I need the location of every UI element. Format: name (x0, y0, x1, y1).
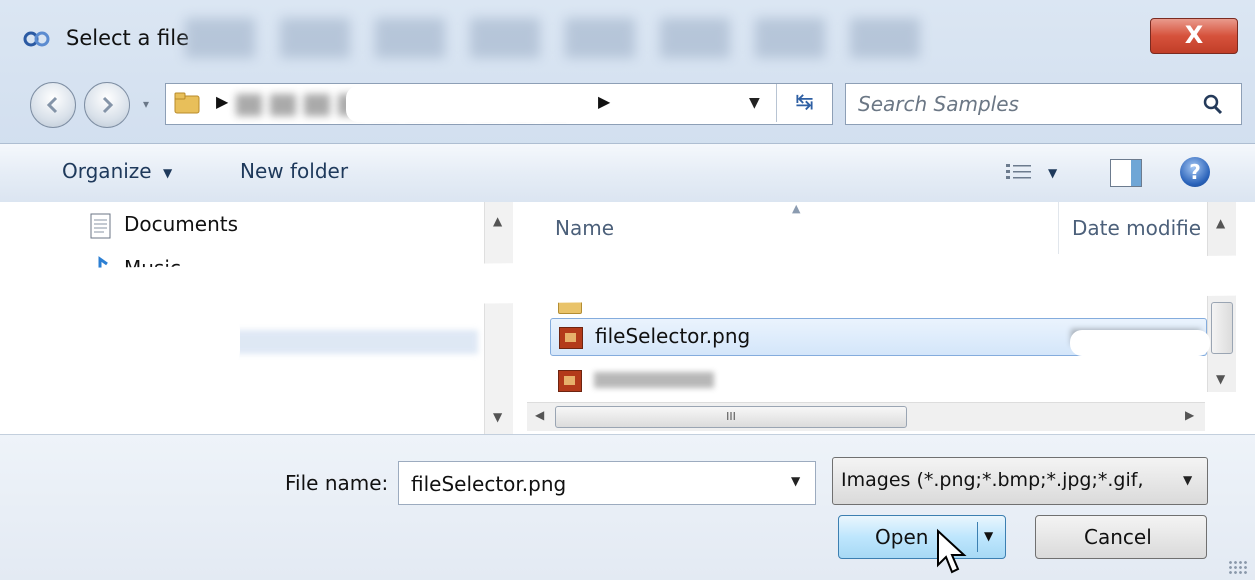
back-arrow-icon (46, 96, 58, 114)
redaction-stroke (1070, 330, 1210, 356)
file-list-vertical-scrollbar[interactable]: ▲ ▼ (1207, 202, 1236, 392)
new-folder-button[interactable]: New folder (240, 159, 348, 183)
search-box[interactable]: Search Samples (845, 83, 1242, 125)
column-header-date[interactable]: Date modifie (1072, 216, 1201, 240)
redaction-stroke (0, 300, 240, 380)
recent-pages-dropdown[interactable]: ▾ (143, 97, 149, 111)
app-infinity-icon (23, 31, 50, 47)
refresh-icon: ↹ (795, 90, 814, 115)
redacted-file-name (594, 372, 714, 388)
forward-button[interactable] (84, 82, 130, 128)
list-item[interactable] (550, 362, 1205, 398)
scroll-down-icon[interactable]: ▼ (1216, 372, 1225, 386)
file-list: ▲ Name Date modifie fileSelector.png (540, 202, 1255, 434)
address-history-dropdown[interactable]: ▼ (749, 95, 760, 111)
file-name-panel: File name: ▼ Images (*.png;*.bmp;*.jpg;*… (0, 434, 1255, 580)
breadcrumb-separator[interactable]: ▶ (216, 92, 228, 111)
scroll-thumb[interactable] (1211, 302, 1233, 354)
file-list-horizontal-scrollbar[interactable]: ◀ III ▶ (527, 402, 1205, 431)
file-type-select[interactable]: Images (*.png;*.bmp;*.jpg;*.gif, ▼ (832, 457, 1208, 505)
sort-ascending-icon: ▲ (792, 202, 801, 215)
close-button[interactable]: X (1150, 18, 1238, 54)
file-name-dropdown[interactable]: ▼ (791, 474, 800, 488)
blurred-background-menu (185, 18, 925, 58)
search-icon[interactable] (1201, 92, 1225, 116)
file-name-input[interactable] (409, 471, 773, 497)
split-divider (977, 522, 978, 552)
organize-menu[interactable]: Organize (62, 159, 152, 183)
scroll-up-icon[interactable]: ▲ (493, 214, 502, 228)
forward-arrow-icon (102, 96, 114, 114)
organize-caret-icon[interactable]: ▼ (163, 166, 172, 180)
open-button[interactable]: Open ▼ (838, 515, 1006, 559)
file-name-label: File name: (285, 471, 389, 495)
file-type-value[interactable]: Images (*.png;*.bmp;*.jpg;*.gif, (841, 469, 1171, 491)
navigation-scrollbar[interactable]: ▲ ▼ (484, 202, 513, 434)
file-name-field[interactable]: ▼ (398, 461, 816, 505)
preview-pane-icon[interactable] (1110, 159, 1142, 187)
column-divider[interactable] (1058, 202, 1059, 254)
scroll-thumb[interactable]: III (555, 406, 907, 428)
mouse-pointer-icon (937, 528, 967, 574)
file-name[interactable]: fileSelector.png (595, 324, 750, 348)
chevron-down-icon[interactable]: ▼ (1183, 473, 1192, 487)
folder-icon (174, 92, 200, 114)
scroll-up-icon[interactable]: ▲ (1216, 216, 1225, 230)
scroll-down-icon[interactable]: ▼ (493, 410, 502, 424)
column-header-name[interactable]: Name (555, 216, 614, 240)
select-file-dialog: Select a file X ▾ ▶ ▶ ▼ ↹ Search Samples… (0, 0, 1255, 580)
window-title: Select a file (66, 26, 189, 50)
breadcrumb-separator-end[interactable]: ▶ (598, 92, 610, 111)
command-bar: Organize ▼ New folder ▼ ? (0, 143, 1255, 203)
cancel-button-label[interactable]: Cancel (1084, 525, 1152, 549)
image-file-icon (558, 370, 582, 392)
refresh-button[interactable]: ↹ (776, 84, 832, 122)
open-options-dropdown[interactable]: ▼ (984, 529, 993, 543)
scroll-right-icon[interactable]: ▶ (1185, 408, 1194, 422)
resize-grip[interactable] (1228, 560, 1248, 574)
search-placeholder[interactable]: Search Samples (858, 92, 1019, 116)
cancel-button[interactable]: Cancel (1035, 515, 1207, 559)
scroll-left-icon[interactable]: ◀ (535, 408, 544, 422)
title-bar[interactable]: Select a file X (0, 0, 1255, 70)
open-button-label[interactable]: Open (875, 525, 928, 549)
document-icon (90, 213, 111, 239)
redacted-path-whiteout (346, 86, 596, 122)
views-icon[interactable] (1005, 162, 1033, 182)
views-caret-icon[interactable]: ▼ (1048, 166, 1057, 180)
help-icon[interactable]: ? (1180, 157, 1210, 187)
back-button[interactable] (30, 82, 76, 128)
address-bar[interactable]: ▶ ▶ ▼ ↹ (165, 83, 833, 125)
nav-item-documents[interactable]: Documents (124, 212, 238, 236)
image-file-icon (559, 327, 583, 349)
